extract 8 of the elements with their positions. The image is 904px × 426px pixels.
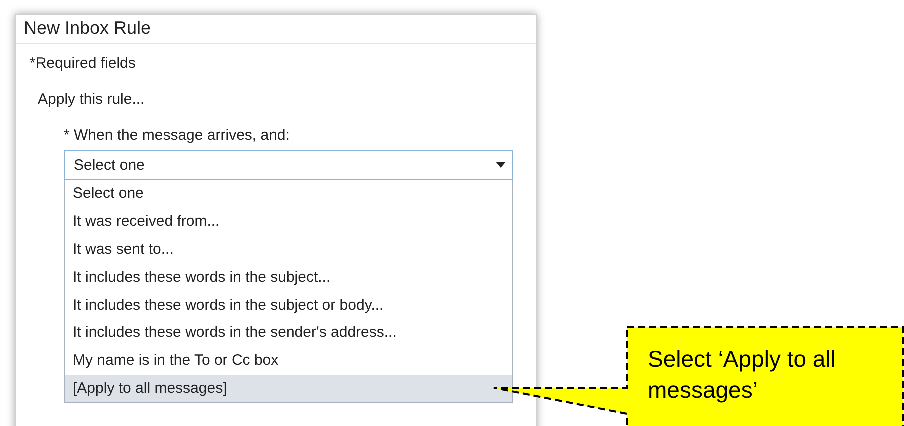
condition-label: * When the message arrives, and: — [64, 127, 291, 144]
condition-dropdown[interactable]: Select one — [64, 150, 513, 180]
section-label: Apply this rule... — [38, 91, 146, 108]
dropdown-option[interactable]: [Apply to all messages] — [65, 374, 512, 402]
callout-text: Select ‘Apply to all messages’ — [648, 345, 837, 405]
caret-icon — [496, 162, 506, 168]
dialog-title: New Inbox Rule — [16, 15, 536, 44]
required-note: *Required fields — [30, 55, 137, 72]
